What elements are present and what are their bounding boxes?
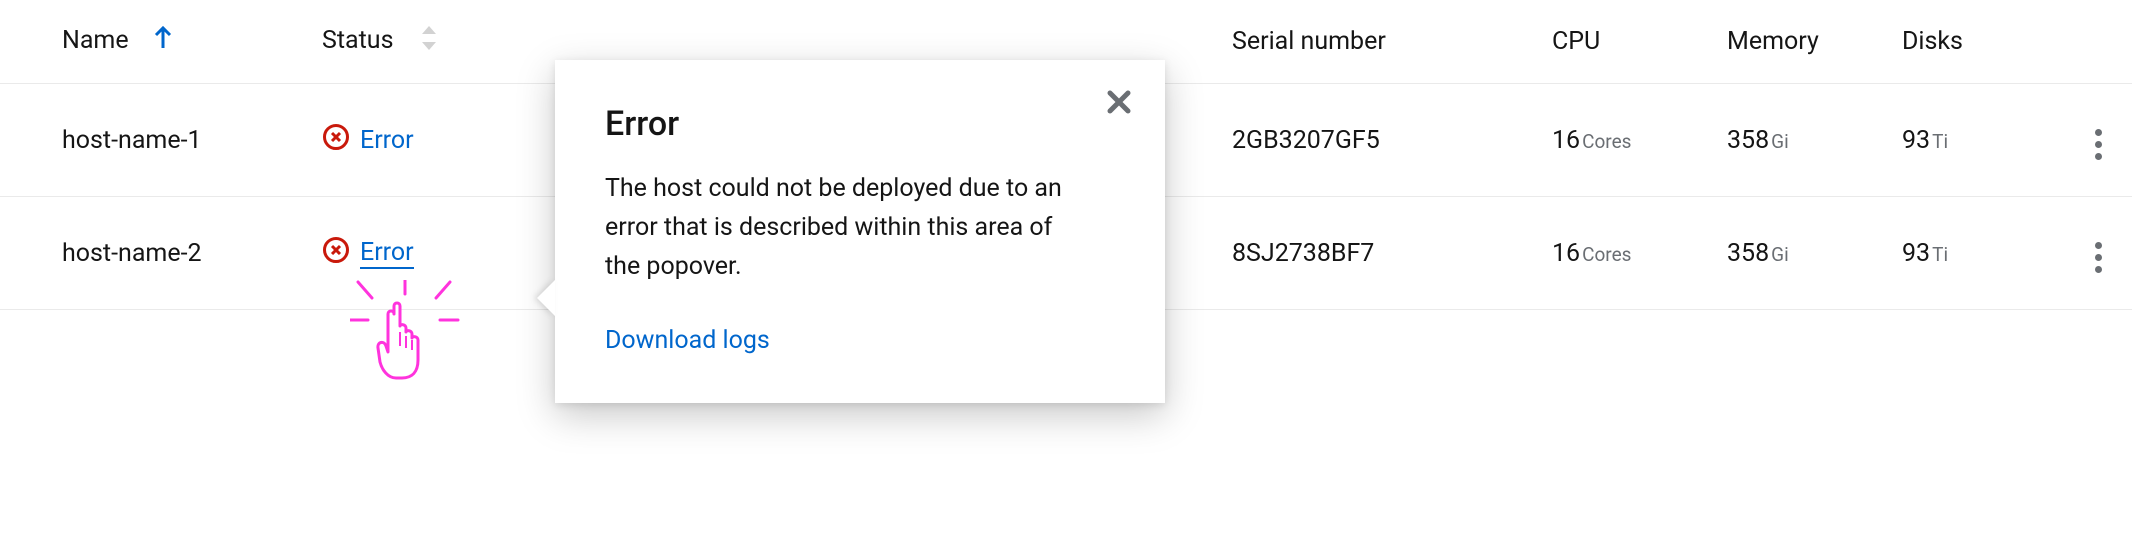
column-header-disks[interactable]: Disks <box>1890 0 2065 84</box>
status-trigger[interactable]: Error <box>322 123 414 158</box>
column-header-name[interactable]: Name <box>0 0 310 84</box>
column-label: Disks <box>1902 27 1963 56</box>
column-header-memory[interactable]: Memory <box>1715 0 1890 84</box>
popover-title: Error <box>605 104 1115 144</box>
sort-ascending-icon <box>153 24 173 59</box>
cell-memory: 358Gi <box>1715 197 1890 310</box>
cell-memory: 358Gi <box>1715 84 1890 197</box>
cell-disks: 93Ti <box>1890 197 2065 310</box>
column-label: Status <box>322 26 393 55</box>
column-header-serial[interactable]: Serial number <box>1220 0 1540 84</box>
disks-unit: Ti <box>1932 130 1948 153</box>
cpu-value: 16 <box>1552 239 1580 268</box>
cpu-value: 16 <box>1552 126 1580 155</box>
close-icon[interactable] <box>1105 88 1133 120</box>
memory-value: 358 <box>1727 239 1769 268</box>
memory-value: 358 <box>1727 126 1769 155</box>
cell-serial: 8SJ2738BF7 <box>1220 197 1540 310</box>
popover-body: The host could not be deployed due to an… <box>605 170 1075 286</box>
cell-disks: 93Ti <box>1890 84 2065 197</box>
status-text: Error <box>360 126 414 155</box>
column-header-cpu[interactable]: CPU <box>1540 0 1715 84</box>
cell-cpu: 16Cores <box>1540 84 1715 197</box>
cell-name: host-name-2 <box>0 197 310 310</box>
column-label: Serial number <box>1232 27 1386 56</box>
error-circle-icon <box>322 123 350 158</box>
column-label: Memory <box>1727 27 1819 56</box>
disks-unit: Ti <box>1932 243 1948 266</box>
download-logs-link[interactable]: Download logs <box>605 326 770 355</box>
memory-unit: Gi <box>1771 243 1789 266</box>
status-trigger[interactable]: Error <box>322 236 414 271</box>
disks-value: 93 <box>1902 126 1930 155</box>
kebab-menu-button[interactable] <box>2089 123 2108 166</box>
cell-name: host-name-1 <box>0 84 310 197</box>
kebab-menu-button[interactable] <box>2089 236 2108 279</box>
column-header-actions <box>2065 0 2132 84</box>
cell-cpu: 16Cores <box>1540 197 1715 310</box>
column-label: CPU <box>1552 27 1600 56</box>
error-circle-icon <box>322 236 350 271</box>
memory-unit: Gi <box>1771 130 1789 153</box>
cell-serial: 2GB3207GF5 <box>1220 84 1540 197</box>
column-label: Name <box>62 26 129 55</box>
cpu-unit: Cores <box>1582 130 1631 153</box>
status-text: Error <box>360 238 414 269</box>
cpu-unit: Cores <box>1582 243 1631 266</box>
sort-inactive-icon <box>418 24 440 59</box>
error-popover: Error The host could not be deployed due… <box>555 60 1165 403</box>
disks-value: 93 <box>1902 239 1930 268</box>
